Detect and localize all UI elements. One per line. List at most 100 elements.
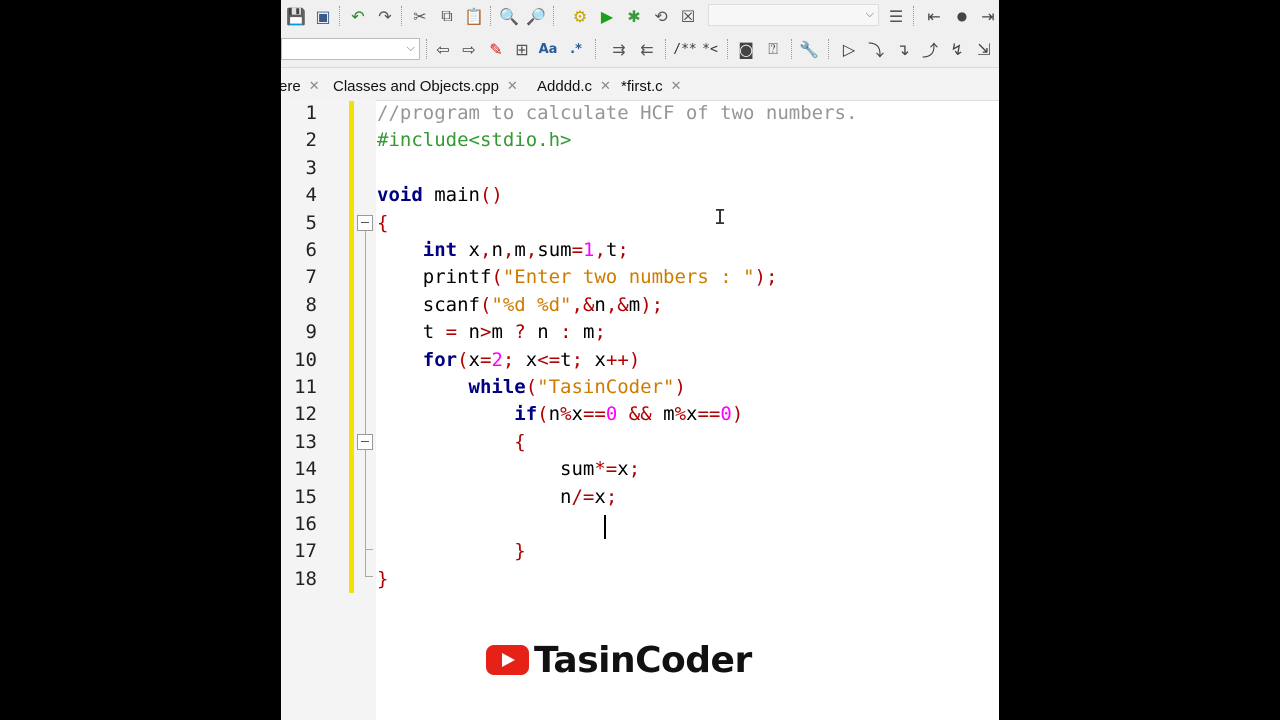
modified-lines-bar bbox=[349, 101, 354, 593]
code-token: m bbox=[628, 293, 641, 316]
highlight-icon[interactable]: ✎ bbox=[485, 38, 507, 60]
code-token: x bbox=[583, 348, 606, 371]
close-icon[interactable]: ✕ bbox=[309, 79, 320, 94]
tab-ere[interactable]: ere ✕ bbox=[281, 76, 320, 96]
line-number: 16 bbox=[294, 513, 317, 535]
code-token: ; bbox=[605, 485, 618, 508]
bookmark-icon[interactable]: ● bbox=[951, 5, 973, 27]
code-token: x bbox=[571, 403, 583, 426]
run-icon[interactable]: ▶ bbox=[596, 5, 618, 27]
code-token: { bbox=[377, 211, 389, 234]
column-select-icon[interactable]: ⊞ bbox=[511, 38, 533, 60]
copy-icon[interactable]: ⧉ bbox=[436, 5, 458, 27]
line-number: 12 bbox=[294, 403, 317, 426]
line-number: 1 bbox=[305, 102, 317, 124]
toggle-fold-icon[interactable]: ◙ bbox=[735, 38, 757, 60]
line-number: 17 bbox=[294, 540, 317, 563]
close-icon[interactable]: ✕ bbox=[507, 79, 518, 94]
code-line: { bbox=[377, 210, 388, 237]
code-token: ; bbox=[594, 321, 606, 344]
code-line: void main() bbox=[377, 182, 503, 209]
line-number: 4 bbox=[305, 184, 317, 207]
code-token: printf bbox=[422, 266, 492, 289]
code-token: % bbox=[560, 403, 572, 426]
class-combo[interactable]: ⌵ bbox=[281, 38, 420, 60]
tab-label: Classes and Objects.cpp bbox=[333, 77, 499, 95]
code-token: , bbox=[525, 239, 538, 261]
code-token: { bbox=[514, 430, 526, 453]
code-token: n bbox=[594, 293, 606, 316]
code-token: //program to calculate HCF of two number… bbox=[377, 102, 858, 124]
code-token: } bbox=[377, 567, 389, 590]
paste-icon[interactable]: 📋 bbox=[463, 5, 485, 27]
rebuild-icon[interactable]: ⟲ bbox=[650, 5, 672, 27]
line-number: 7 bbox=[305, 266, 317, 289]
code-token: #include<stdio.h> bbox=[377, 129, 572, 152]
code-token: ,& bbox=[571, 293, 595, 316]
compiler-combo[interactable]: ⌵ bbox=[708, 4, 879, 26]
code-token: = bbox=[571, 239, 584, 261]
line-number: 8 bbox=[305, 293, 317, 316]
help-icon[interactable]: ⍰ bbox=[762, 38, 784, 60]
tab-classes-and-objects[interactable]: Classes and Objects.cpp ✕ bbox=[333, 76, 518, 96]
cut-icon[interactable]: ✂ bbox=[409, 5, 431, 27]
code-token: "%d %d" bbox=[491, 293, 572, 316]
goto-next-icon[interactable]: ⇥ bbox=[977, 5, 999, 27]
compile-icon[interactable]: ⚙ bbox=[569, 5, 591, 27]
tab-first[interactable]: *first.c ✕ bbox=[621, 76, 682, 96]
youtube-icon bbox=[486, 645, 529, 675]
code-token: void bbox=[377, 184, 423, 207]
regex-icon[interactable]: .* bbox=[565, 38, 587, 60]
code-line: if(n%x==0 && m%x==0) bbox=[377, 401, 743, 428]
goto-prev-icon[interactable]: ⇤ bbox=[923, 5, 945, 27]
indent-icon[interactable]: ⇉ bbox=[608, 38, 630, 60]
tools-icon[interactable]: 🔧 bbox=[798, 38, 820, 60]
code-token: sum bbox=[560, 458, 595, 481]
code-token: ); bbox=[754, 266, 778, 289]
next-line-icon[interactable]: ↯ bbox=[946, 38, 968, 60]
debug-run-icon[interactable]: ▷ bbox=[838, 38, 860, 60]
line-number: 2 bbox=[305, 129, 317, 152]
compile-run-icon[interactable]: ✱ bbox=[623, 5, 645, 27]
code-token: int bbox=[422, 239, 458, 261]
save-icon[interactable]: 💾 bbox=[285, 5, 307, 27]
undo-icon[interactable]: ↶ bbox=[347, 5, 369, 27]
code-token: <= bbox=[537, 348, 561, 371]
find-next-icon[interactable]: 🔎 bbox=[525, 5, 547, 27]
close-icon[interactable]: ✕ bbox=[600, 79, 611, 94]
code-token: while bbox=[468, 376, 526, 398]
match-case-icon[interactable]: Aa bbox=[537, 38, 559, 60]
code-token: if bbox=[514, 403, 538, 426]
back-icon[interactable]: ⇦ bbox=[432, 38, 454, 60]
code-token: ) bbox=[674, 376, 686, 398]
fold-toggle-icon[interactable] bbox=[357, 434, 373, 450]
run-to-cursor-icon[interactable]: ⇲ bbox=[973, 38, 995, 60]
code-token: ; bbox=[628, 458, 641, 481]
code-token: == bbox=[697, 403, 721, 426]
unindent-icon[interactable]: ⇇ bbox=[636, 38, 658, 60]
step-into-icon[interactable]: ↴ bbox=[892, 38, 914, 60]
code-line: printf("Enter two numbers : "); bbox=[377, 264, 778, 291]
comment-button[interactable]: /** bbox=[672, 38, 698, 60]
fold-toggle-icon[interactable] bbox=[357, 215, 373, 231]
redo-icon[interactable]: ↷ bbox=[374, 5, 396, 27]
close-icon[interactable]: ✕ bbox=[671, 79, 682, 94]
find-icon[interactable]: 🔍 bbox=[498, 5, 520, 27]
uncomment-button[interactable]: *< bbox=[699, 38, 721, 60]
line-number: 6 bbox=[305, 239, 317, 261]
line-number: 9 bbox=[305, 321, 317, 344]
file-list-icon[interactable]: ☰ bbox=[885, 5, 907, 27]
line-number: 18 bbox=[294, 567, 317, 590]
code-token: : bbox=[560, 321, 572, 344]
save-all-icon[interactable]: ▣ bbox=[312, 5, 334, 27]
stop-icon[interactable]: ☒ bbox=[677, 5, 699, 27]
ibeam-cursor-icon: I bbox=[714, 205, 727, 229]
code-token: , bbox=[502, 239, 515, 261]
code-token: ? bbox=[514, 321, 526, 344]
code-token: t bbox=[422, 321, 446, 344]
code-token: ++) bbox=[605, 348, 641, 371]
step-out-icon[interactable]: ⤴ bbox=[919, 38, 941, 60]
step-over-icon[interactable]: ⤵ bbox=[865, 38, 887, 60]
tab-adddd[interactable]: Adddd.c ✕ bbox=[537, 76, 611, 96]
forward-icon[interactable]: ⇨ bbox=[458, 38, 480, 60]
